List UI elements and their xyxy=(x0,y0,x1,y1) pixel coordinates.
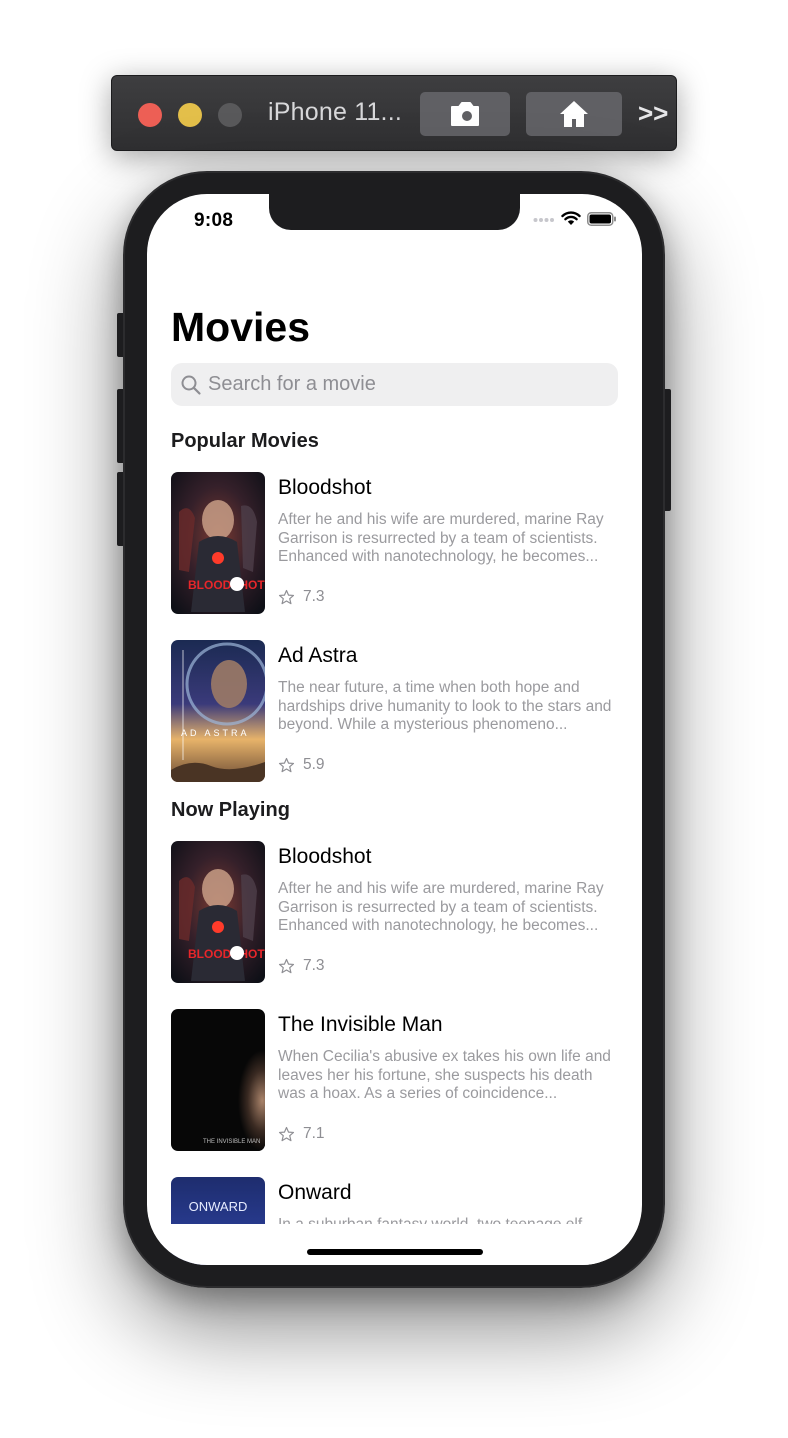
movie-row-ad-astra[interactable]: AD ASTRA Ad Astra The near future, a tim… xyxy=(171,640,618,782)
movie-rating: 5.9 xyxy=(278,756,325,774)
camera-icon xyxy=(451,102,479,126)
movie-title: Bloodshot xyxy=(278,845,372,868)
search-icon xyxy=(181,375,201,395)
movie-poster: BLOODSHOT xyxy=(171,472,265,614)
zoom-window-button[interactable] xyxy=(218,103,242,127)
rating-value: 7.3 xyxy=(303,957,325,974)
cellular-signal-icon xyxy=(533,217,554,222)
movie-poster: AD ASTRA xyxy=(171,640,265,782)
star-icon xyxy=(278,757,295,772)
movie-poster: THE INVISIBLE MAN xyxy=(171,1009,265,1151)
home-button[interactable] xyxy=(526,92,622,136)
star-icon xyxy=(278,958,295,973)
movie-rating: 7.1 xyxy=(278,1125,325,1143)
status-time: 9:08 xyxy=(194,210,234,231)
movie-overview: After he and his wife are murdered, mari… xyxy=(278,880,604,934)
rating-value: 5.9 xyxy=(303,756,325,773)
poster-title-text: BLOODSHOT xyxy=(188,947,265,961)
poster-title-text: AD ASTRA xyxy=(181,728,250,738)
movie-row-the-invisible-man[interactable]: THE INVISIBLE MAN The Invisible Man When… xyxy=(171,1009,618,1151)
star-icon xyxy=(278,589,295,604)
movie-overview: After he and his wife are murdered, mari… xyxy=(278,511,604,565)
movie-title: Ad Astra xyxy=(278,644,358,667)
movie-rating: 7.3 xyxy=(278,957,325,975)
movie-title: Bloodshot xyxy=(278,476,372,499)
simulator-device-title: iPhone 11... xyxy=(268,98,402,126)
notch xyxy=(269,194,520,230)
phone-screen: 9:08 Movies Search for a movie Popular M… xyxy=(147,194,642,1265)
poster-title-text: BLOODSHOT xyxy=(188,578,265,592)
home-indicator[interactable] xyxy=(307,1249,483,1255)
movie-title: The Invisible Man xyxy=(278,1013,443,1036)
movie-title: Onward xyxy=(278,1181,352,1204)
wifi-icon xyxy=(561,211,581,225)
movie-overview: The near future, a time when both hope a… xyxy=(278,679,612,733)
page-title: Movies xyxy=(171,304,310,350)
minimize-window-button[interactable] xyxy=(178,103,202,127)
search-input[interactable]: Search for a movie xyxy=(171,363,618,406)
rating-value: 7.1 xyxy=(303,1125,325,1142)
movie-row-bloodshot[interactable]: BLOODSHOT Bloodshot After he and his wif… xyxy=(171,841,618,983)
screen-bottom-area xyxy=(147,1224,642,1265)
section-title-now-playing: Now Playing xyxy=(171,799,290,821)
close-window-button[interactable] xyxy=(138,103,162,127)
screenshot-button[interactable] xyxy=(420,92,510,136)
movie-poster: BLOODSHOT xyxy=(171,841,265,983)
battery-icon xyxy=(587,211,616,226)
rating-value: 7.3 xyxy=(303,588,325,605)
search-placeholder: Search for a movie xyxy=(208,373,376,395)
poster-title-text: ONWARD xyxy=(189,1199,248,1214)
section-title-popular-movies: Popular Movies xyxy=(171,430,319,452)
home-icon xyxy=(560,101,588,127)
movie-overview: When Cecilia's abusive ex takes his own … xyxy=(278,1048,611,1102)
more-options-button[interactable]: >> xyxy=(638,98,668,129)
status-indicators xyxy=(533,211,617,226)
simulator-toolbar: iPhone 11... >> xyxy=(111,75,677,151)
movie-row-bloodshot[interactable]: BLOODSHOT Bloodshot After he and his wif… xyxy=(171,472,618,614)
movie-rating: 7.3 xyxy=(278,588,325,606)
star-icon xyxy=(278,1126,295,1141)
poster-title-text: THE INVISIBLE MAN xyxy=(203,1139,260,1145)
